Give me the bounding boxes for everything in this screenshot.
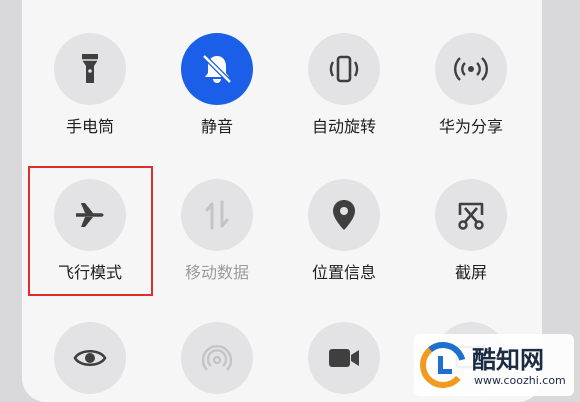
toggle-screen-record-circle[interactable] [308,322,380,394]
toggle-huawei-share-label: 华为分享 [438,117,503,136]
share-icon [454,57,488,81]
toggle-location-circle[interactable] [308,179,380,251]
toggle-auto-rotate[interactable]: 自动旋转 [292,33,396,137]
toggle-location[interactable]: 位置信息 [292,179,396,283]
mobile-data-icon [205,200,229,230]
toggle-auto-rotate-label: 自动旋转 [311,117,376,136]
watermark: 酷知网 www.coozhi.com [414,334,574,396]
toggle-mute-circle[interactable] [181,33,253,105]
hotspot-icon [201,345,233,371]
coozhi-logo-icon [420,342,466,388]
toggle-flashlight-label: 手电筒 [65,117,114,136]
watermark-title: 酷知网 [472,346,544,374]
toggle-screenshot[interactable]: 截屏 [419,179,523,283]
watermark-url: www.coozhi.com [474,374,566,387]
toggle-airplane-mode[interactable]: 飞行模式 [38,179,142,283]
toggle-mobile-data-label: 移动数据 [184,263,249,282]
location-icon [333,200,355,230]
toggle-auto-rotate-circle[interactable] [308,33,380,105]
eye-icon [73,349,107,367]
toggle-huawei-share[interactable]: 华为分享 [419,33,523,137]
toggle-airplane-mode-circle[interactable] [54,179,126,251]
toggle-eye-comfort-circle[interactable] [54,322,126,394]
toggle-mute[interactable]: 静音 [165,33,269,137]
toggle-mobile-data-circle[interactable] [181,179,253,251]
toggle-screen-record[interactable] [292,322,396,394]
flashlight-icon [82,54,98,83]
toggle-mobile-data[interactable]: 移动数据 [165,179,269,283]
toggle-eye-comfort[interactable] [38,322,142,394]
airplane-icon [76,203,104,227]
screenshot-icon [458,202,484,230]
screen-record-icon [329,349,359,367]
toggle-hotspot[interactable] [165,322,269,394]
toggle-flashlight-circle[interactable] [54,33,126,105]
bell-off-icon [202,54,232,84]
toggle-huawei-share-circle[interactable] [435,33,507,105]
toggle-hotspot-circle[interactable] [181,322,253,394]
toggle-mute-label: 静音 [200,117,233,136]
toggle-flashlight[interactable]: 手电筒 [38,33,142,137]
auto-rotate-icon [329,55,359,83]
toggle-screenshot-label: 截屏 [454,263,487,282]
toggle-airplane-mode-label: 飞行模式 [57,263,122,282]
toggle-location-label: 位置信息 [311,263,376,282]
toggle-screenshot-circle[interactable] [435,179,507,251]
